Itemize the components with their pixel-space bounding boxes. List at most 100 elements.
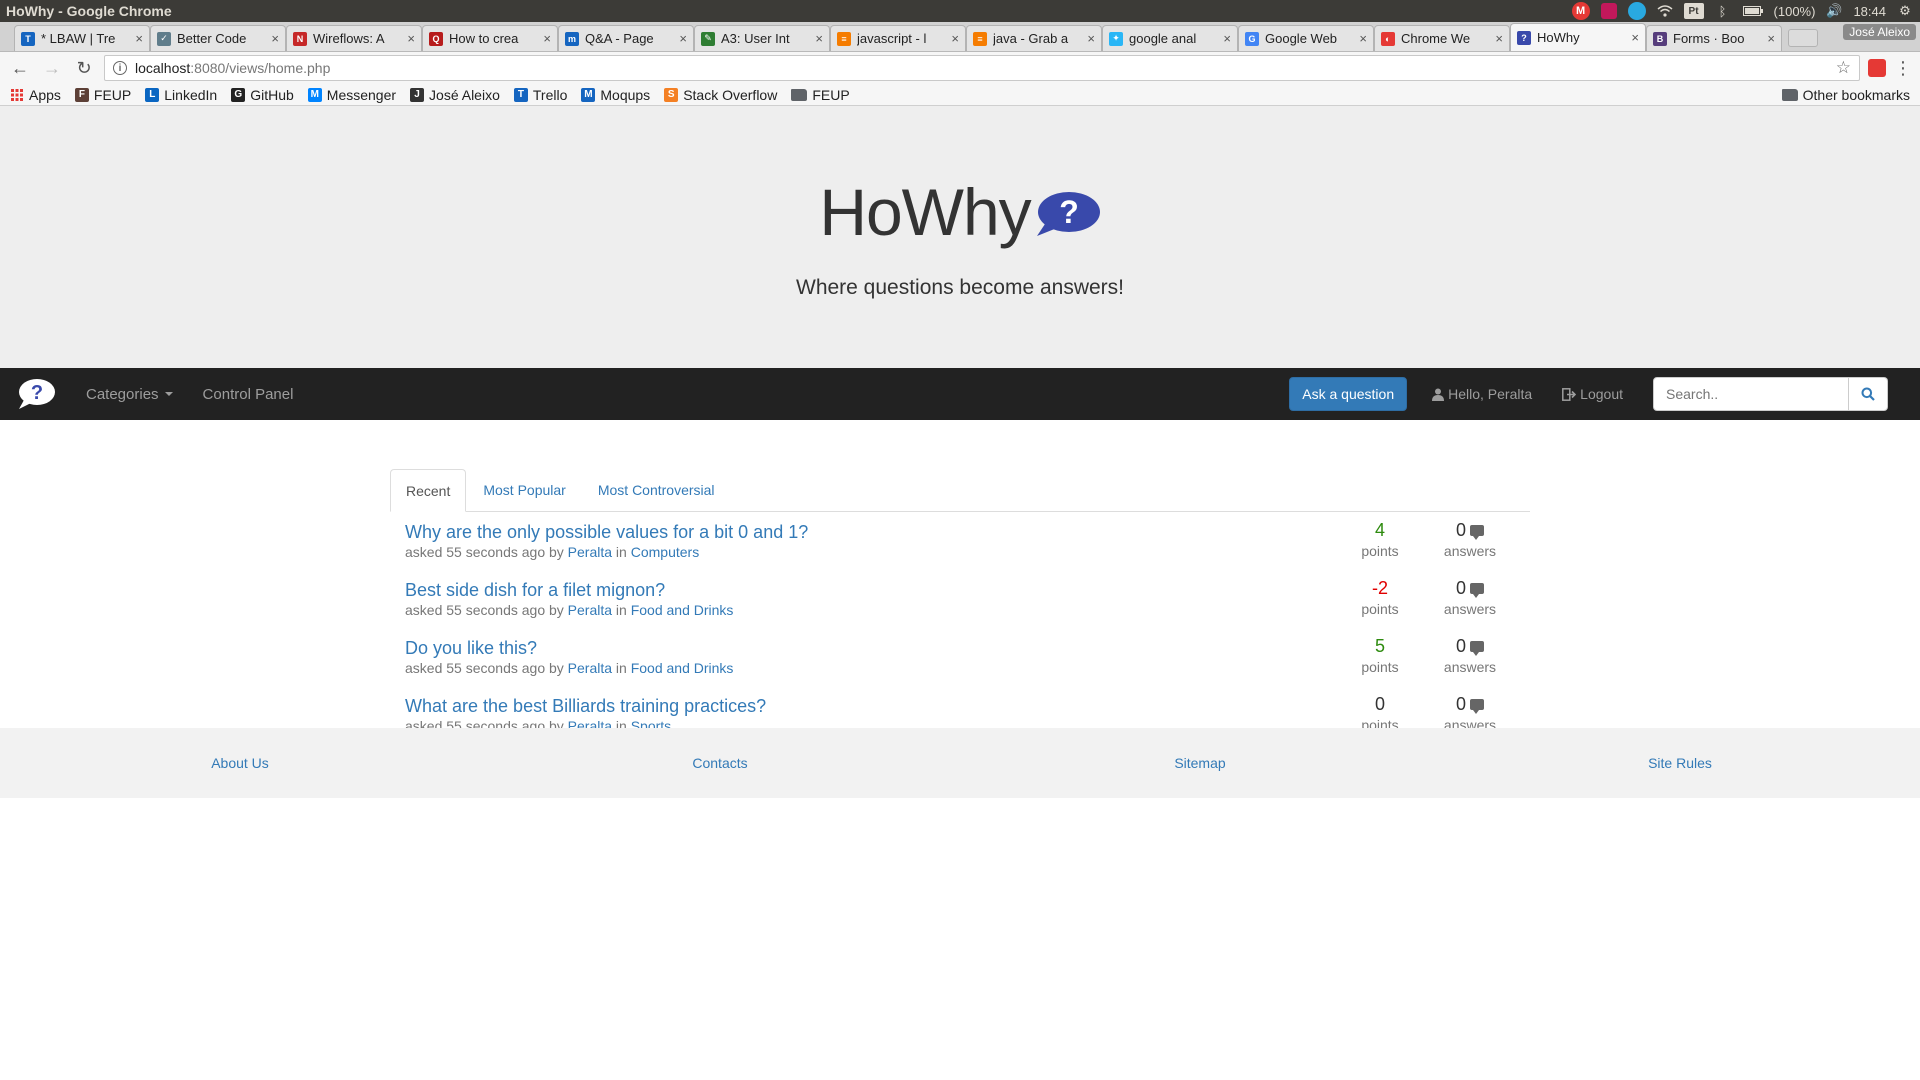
tab-title: How to crea bbox=[449, 31, 519, 46]
bookmark-item[interactable]: G GitHub bbox=[231, 87, 294, 103]
question-author-link[interactable]: Peralta bbox=[568, 544, 612, 560]
browser-tab[interactable]: m Q&A - Page × bbox=[558, 25, 694, 51]
answers-stat: 0 answers bbox=[1425, 634, 1515, 692]
question-title-link[interactable]: Best side dish for a filet mignon? bbox=[405, 579, 1335, 601]
app-tray-icon[interactable] bbox=[1600, 3, 1618, 19]
home-logo-icon[interactable]: ? bbox=[16, 377, 56, 411]
other-bookmarks[interactable]: Other bookmarks bbox=[1781, 87, 1910, 103]
tab-most-popular[interactable]: Most Popular bbox=[468, 469, 580, 511]
bluetooth-icon[interactable]: ᛒ bbox=[1714, 3, 1732, 19]
keyboard-layout-icon[interactable]: Pt bbox=[1683, 3, 1704, 19]
tab-close-icon[interactable]: × bbox=[1359, 31, 1367, 46]
bookmark-item[interactable]: M Moqups bbox=[581, 87, 650, 103]
browser-tab[interactable]: ✓ Better Code × bbox=[150, 25, 286, 51]
bookmark-item[interactable]: M Messenger bbox=[307, 87, 396, 103]
brand-title: HoWhy bbox=[819, 175, 1031, 249]
points-stat: -2 points bbox=[1335, 576, 1425, 634]
search-input[interactable] bbox=[1653, 377, 1849, 411]
tab-close-icon[interactable]: × bbox=[951, 31, 959, 46]
browser-tab[interactable]: ✎ A3: User Int × bbox=[694, 25, 830, 51]
profile-name[interactable]: José Aleixo bbox=[1843, 24, 1916, 40]
bookmark-item[interactable]: T Trello bbox=[513, 86, 568, 103]
question-category-link[interactable]: Computers bbox=[631, 544, 699, 560]
question-author-link[interactable]: Peralta bbox=[568, 660, 612, 676]
ask-question-button[interactable]: Ask a question bbox=[1289, 377, 1408, 411]
browser-tab[interactable]: G Google Web × bbox=[1238, 25, 1374, 51]
tab-close-icon[interactable]: × bbox=[407, 31, 415, 46]
bookmark-star-icon[interactable]: ☆ bbox=[1836, 58, 1851, 78]
browser-tab[interactable]: ≡ java - Grab a × bbox=[966, 25, 1102, 51]
question-main: Why are the only possible values for a b… bbox=[405, 518, 1335, 576]
volume-icon[interactable]: 🔊 bbox=[1825, 3, 1843, 19]
browser-tab[interactable]: ≡ javascript - l × bbox=[830, 25, 966, 51]
browser-tab[interactable]: B Forms · Boo × bbox=[1646, 25, 1782, 51]
folder-icon bbox=[791, 88, 808, 101]
points-label: points bbox=[1361, 543, 1399, 559]
reload-icon[interactable]: ↻ bbox=[72, 56, 96, 80]
search-button[interactable] bbox=[1849, 377, 1888, 411]
question-title-link[interactable]: What are the best Billiards training pra… bbox=[405, 695, 1335, 717]
back-arrow-icon[interactable]: ← bbox=[8, 56, 32, 80]
address-bar[interactable]: i localhost:8080/views/home.php ☆ bbox=[104, 55, 1860, 81]
messenger-icon: M bbox=[307, 87, 322, 102]
clock[interactable]: 18:44 bbox=[1853, 4, 1886, 19]
question-category-link[interactable]: Food and Drinks bbox=[631, 602, 734, 618]
tab-close-icon[interactable]: × bbox=[1631, 30, 1639, 45]
tagline: Where questions become answers! bbox=[796, 276, 1124, 299]
bookmark-item[interactable]: F FEUP bbox=[74, 87, 131, 103]
browser-tab[interactable]: ? HoWhy × bbox=[1510, 23, 1646, 51]
comment-icon bbox=[1470, 640, 1484, 656]
tab-close-icon[interactable]: × bbox=[543, 31, 551, 46]
tab-close-icon[interactable]: × bbox=[815, 31, 823, 46]
tab-close-icon[interactable]: × bbox=[1767, 31, 1775, 46]
bookmark-item[interactable]: FEUP bbox=[791, 87, 850, 103]
cloud-tray-icon[interactable] bbox=[1627, 2, 1646, 20]
comment-icon bbox=[1470, 582, 1484, 598]
footer-site-rules-link[interactable]: Site Rules bbox=[1580, 755, 1780, 771]
forward-arrow-icon[interactable]: → bbox=[40, 56, 64, 80]
new-tab-button[interactable] bbox=[1788, 29, 1818, 47]
browser-tab[interactable]: Q How to crea × bbox=[422, 25, 558, 51]
svg-text:?: ? bbox=[1059, 194, 1079, 230]
bookmark-item[interactable]: S Stack Overflow bbox=[664, 87, 777, 103]
bookmark-item[interactable]: Apps bbox=[10, 87, 61, 103]
browser-tab[interactable]: N Wireflows: A × bbox=[286, 25, 422, 51]
chrome-menu-icon[interactable]: ⋮ bbox=[1894, 58, 1912, 79]
user-link[interactable]: Hello, Peralta bbox=[1432, 386, 1532, 402]
browser-tab[interactable]: ◐ Chrome We × bbox=[1374, 25, 1510, 51]
question-author-link[interactable]: Peralta bbox=[568, 602, 612, 618]
categories-dropdown[interactable]: Categories bbox=[86, 386, 173, 403]
feup-icon: F bbox=[74, 87, 89, 102]
browser-tab[interactable]: T * LBAW | Tre × bbox=[14, 25, 150, 51]
tab-recent[interactable]: Recent bbox=[390, 469, 467, 512]
answers-stat: 0 answers bbox=[1425, 576, 1515, 634]
control-panel-link[interactable]: Control Panel bbox=[203, 386, 294, 403]
footer-about-us-link[interactable]: About Us bbox=[140, 755, 340, 771]
bookmark-item[interactable]: J José Aleixo bbox=[410, 87, 500, 103]
site-info-icon[interactable]: i bbox=[113, 61, 127, 75]
answers-value: 0 bbox=[1455, 578, 1466, 598]
tab-most-controversial[interactable]: Most Controversial bbox=[583, 469, 730, 511]
gmail-tray-icon[interactable]: M bbox=[1571, 2, 1590, 20]
question-category-link[interactable]: Food and Drinks bbox=[631, 660, 734, 676]
settings-gear-icon[interactable]: ⚙ bbox=[1896, 3, 1914, 19]
question-title-link[interactable]: Do you like this? bbox=[405, 637, 1335, 659]
tab-close-icon[interactable]: × bbox=[135, 31, 143, 46]
search-icon bbox=[1861, 387, 1875, 401]
bookmark-item[interactable]: L LinkedIn bbox=[145, 87, 217, 103]
footer-sitemap-link[interactable]: Sitemap bbox=[1100, 755, 1300, 771]
tab-close-icon[interactable]: × bbox=[679, 31, 687, 46]
tab-favicon-icon: ◐ bbox=[1381, 31, 1395, 46]
bookmark-label: Trello bbox=[532, 86, 568, 103]
tab-close-icon[interactable]: × bbox=[271, 31, 279, 46]
tab-close-icon[interactable]: × bbox=[1087, 31, 1095, 46]
wifi-icon[interactable] bbox=[1656, 3, 1674, 19]
browser-tab[interactable]: ✦ google anal × bbox=[1102, 25, 1238, 51]
tab-close-icon[interactable]: × bbox=[1495, 31, 1503, 46]
extension-icon[interactable] bbox=[1868, 59, 1886, 77]
tab-close-icon[interactable]: × bbox=[1223, 31, 1231, 46]
footer-contacts-link[interactable]: Contacts bbox=[620, 755, 820, 771]
logout-link[interactable]: Logout bbox=[1562, 386, 1623, 402]
question-title-link[interactable]: Why are the only possible values for a b… bbox=[405, 521, 1335, 543]
battery-icon[interactable] bbox=[1742, 3, 1764, 19]
